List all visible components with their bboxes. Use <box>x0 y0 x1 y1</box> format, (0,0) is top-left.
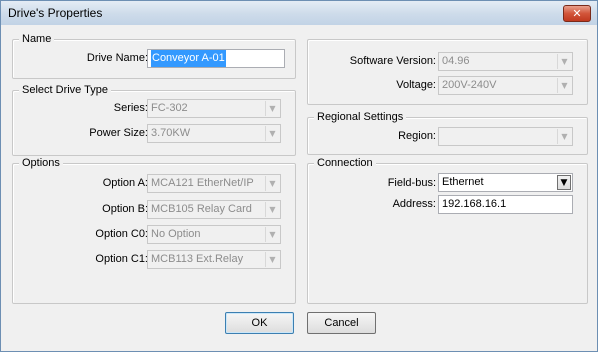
region-label: Region: <box>398 130 436 142</box>
name-group-legend: Name <box>19 32 55 46</box>
software-version-dropdown[interactable]: 04.96 ▼ <box>438 52 573 71</box>
version-group: Software Version: 04.96 ▼ Voltage: 200V-… <box>307 39 588 105</box>
series-dropdown[interactable]: FC-302 ▼ <box>147 99 281 118</box>
connection-group-legend: Connection <box>314 156 376 170</box>
chevron-down-icon: ▼ <box>557 129 571 144</box>
voltage-dropdown[interactable]: 200V-240V ▼ <box>438 76 573 95</box>
chevron-down-icon: ▼ <box>557 78 571 93</box>
power-size-label: Power Size: <box>89 127 148 139</box>
cancel-button[interactable]: Cancel <box>307 312 376 334</box>
fieldbus-value: Ethernet <box>442 176 484 188</box>
series-label: Series: <box>113 102 148 114</box>
address-value: 192.168.16.1 <box>442 198 507 210</box>
regional-settings-legend: Regional Settings <box>314 110 407 124</box>
option-a-label: Option A: <box>102 177 148 189</box>
drive-type-group: Select Drive Type Series: FC-302 ▼ Power… <box>12 83 296 156</box>
power-size-dropdown[interactable]: 3.70KW ▼ <box>147 124 281 143</box>
title-bar[interactable]: Drive's Properties ✕ <box>1 1 597 25</box>
drive-name-value: Conveyor A-01 <box>151 50 226 67</box>
options-group-legend: Options <box>19 156 63 170</box>
chevron-down-icon: ▼ <box>265 252 279 267</box>
option-c0-dropdown[interactable]: No Option ▼ <box>147 225 281 244</box>
software-version-label: Software Version: <box>349 55 436 67</box>
option-b-dropdown[interactable]: MCB105 Relay Card ▼ <box>147 200 281 219</box>
option-c1-value: MCB113 Ext.Relay <box>151 253 244 265</box>
close-icon: ✕ <box>572 7 582 20</box>
option-b-value: MCB105 Relay Card <box>151 203 252 215</box>
regional-settings-group: Regional Settings Region: ▼ <box>307 110 588 155</box>
chevron-down-icon: ▼ <box>557 54 571 69</box>
voltage-label: Voltage: <box>396 79 436 91</box>
power-size-value: 3.70KW <box>151 127 191 139</box>
series-value: FC-302 <box>151 102 188 114</box>
options-group: Options Option A: MCA121 EtherNet/IP ▼ O… <box>12 156 296 304</box>
name-group: Name Drive Name: Conveyor A-01 <box>12 32 296 79</box>
option-b-label: Option B: <box>102 203 148 215</box>
address-input[interactable]: 192.168.16.1 <box>438 195 573 214</box>
region-dropdown[interactable]: ▼ <box>438 127 573 146</box>
option-c1-dropdown[interactable]: MCB113 Ext.Relay ▼ <box>147 250 281 269</box>
drive-name-input[interactable]: Conveyor A-01 <box>147 49 285 68</box>
fieldbus-label: Field-bus: <box>387 177 436 189</box>
chevron-down-icon: ▼ <box>265 202 279 217</box>
voltage-value: 200V-240V <box>442 79 497 91</box>
chevron-down-icon[interactable]: ▼ <box>557 175 571 190</box>
option-a-value: MCA121 EtherNet/IP <box>151 177 254 189</box>
drive-name-label: Drive Name: <box>86 52 148 64</box>
connection-group: Connection Field-bus: Ethernet ▼ Address… <box>307 156 588 304</box>
chevron-down-icon: ▼ <box>265 126 279 141</box>
address-label: Address: <box>392 198 436 210</box>
chevron-down-icon: ▼ <box>265 101 279 116</box>
window-title: Drive's Properties <box>8 6 103 20</box>
chevron-down-icon: ▼ <box>265 227 279 242</box>
drive-properties-dialog: Drive's Properties ✕ Name Drive Name: Co… <box>0 0 598 352</box>
dialog-body: Name Drive Name: Conveyor A-01 Select Dr… <box>2 25 596 350</box>
option-a-dropdown[interactable]: MCA121 EtherNet/IP ▼ <box>147 174 281 193</box>
option-c0-label: Option C0: <box>95 228 148 240</box>
ok-button[interactable]: OK <box>225 312 294 334</box>
drive-type-group-legend: Select Drive Type <box>19 83 112 97</box>
close-button[interactable]: ✕ <box>563 5 591 22</box>
option-c0-value: No Option <box>151 228 201 240</box>
chevron-down-icon: ▼ <box>265 176 279 191</box>
option-c1-label: Option C1: <box>95 253 148 265</box>
fieldbus-dropdown[interactable]: Ethernet ▼ <box>438 173 573 192</box>
software-version-value: 04.96 <box>442 55 470 67</box>
